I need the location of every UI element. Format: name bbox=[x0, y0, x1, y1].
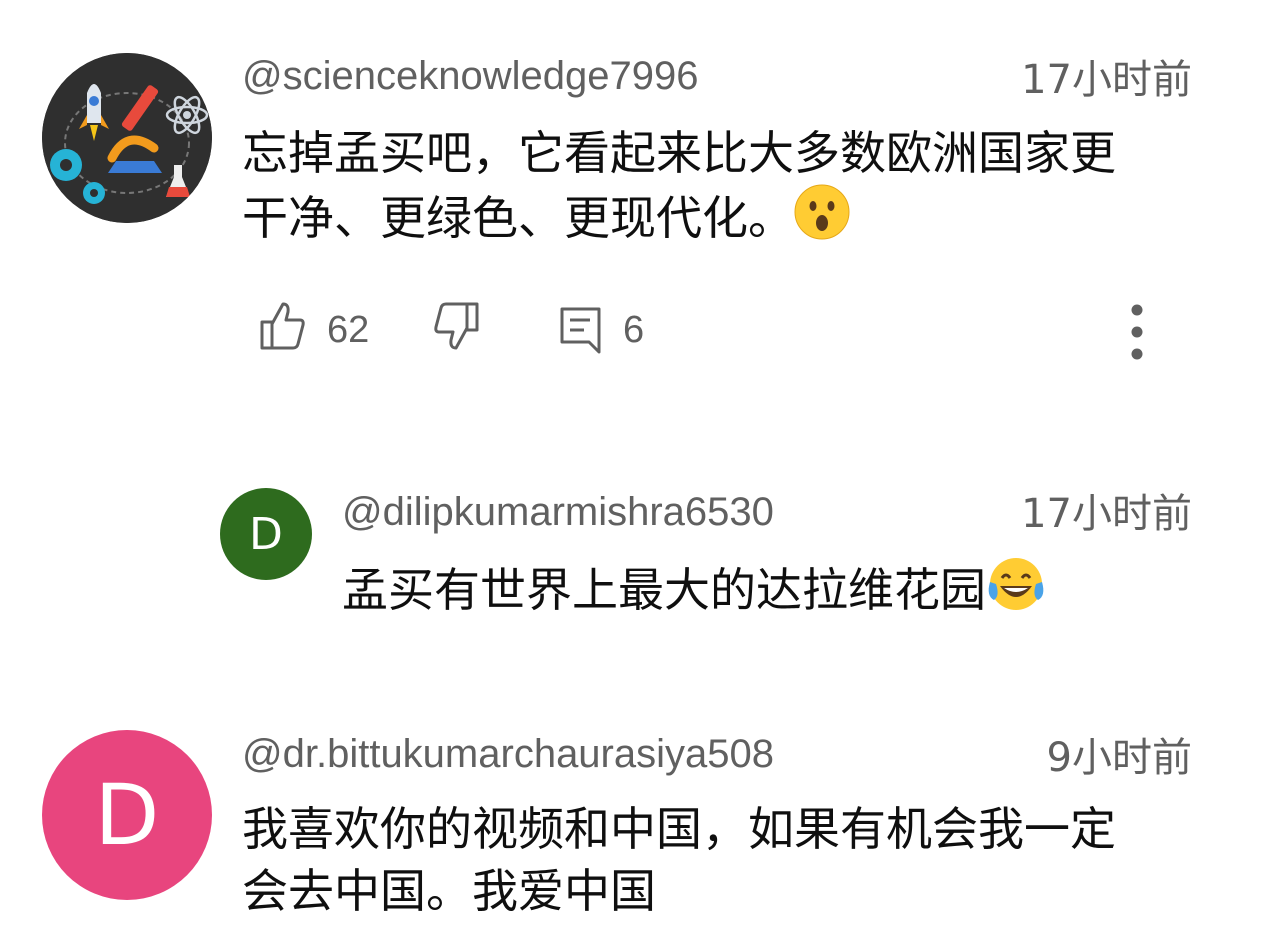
comment-text-line: 我喜欢你的视频和中国，如果有机会我一定 bbox=[242, 802, 1116, 856]
avatar-letter: D bbox=[94, 766, 160, 864]
comment-timestamp: 17小时前 bbox=[1021, 491, 1192, 537]
dislike-icon[interactable] bbox=[432, 300, 480, 356]
avatar-letter: D bbox=[249, 508, 283, 560]
reply-count: 6 bbox=[623, 309, 645, 351]
avatar[interactable]: D bbox=[220, 488, 312, 580]
comment-text-line: 忘掉孟买吧，它看起来比大多数欧洲国家更 bbox=[242, 126, 1116, 180]
avatar[interactable] bbox=[42, 53, 212, 223]
more-options-icon[interactable] bbox=[1127, 302, 1147, 366]
comment-text-segment: 孟买有世界上最大的达拉维花园 bbox=[342, 563, 986, 617]
astonished-face-icon bbox=[794, 184, 850, 255]
comment-timestamp: 17小时前 bbox=[1021, 57, 1192, 103]
comments-page: @scienceknowledge7996 17小时前 忘掉孟买吧，它看起来比大… bbox=[0, 0, 1280, 946]
comment-text-line: 会去中国。我爱中国 bbox=[242, 864, 656, 918]
comment-text: 忘掉孟买吧，它看起来比大多数欧洲国家更 干净、更绿色、更现代化。 bbox=[242, 122, 1116, 255]
like-icon[interactable] bbox=[259, 300, 307, 356]
avatar[interactable]: D bbox=[42, 730, 212, 900]
comment-actions: 62 6 bbox=[255, 300, 1195, 360]
science-logo-icon bbox=[42, 53, 212, 223]
comment-text: 我喜欢你的视频和中国，如果有机会我一定 会去中国。我爱中国 bbox=[242, 798, 1116, 922]
comment-author[interactable]: @scienceknowledge7996 bbox=[242, 52, 698, 100]
comment-author[interactable]: @dilipkumarmishra6530 bbox=[342, 488, 774, 536]
reply-icon[interactable] bbox=[559, 306, 603, 360]
comment-text-line: 干净、更绿色、更现代化。 bbox=[242, 184, 1116, 255]
comment-text: 孟买有世界上最大的达拉维花园 bbox=[342, 556, 1046, 627]
comment-author[interactable]: @dr.bittukumarchaurasiya508 bbox=[242, 730, 774, 778]
tears-of-joy-face-icon bbox=[986, 556, 1046, 627]
like-count: 62 bbox=[327, 309, 370, 351]
comment-timestamp: 9小时前 bbox=[1046, 735, 1192, 781]
comment-text-segment: 干净、更绿色、更现代化。 bbox=[242, 191, 794, 245]
